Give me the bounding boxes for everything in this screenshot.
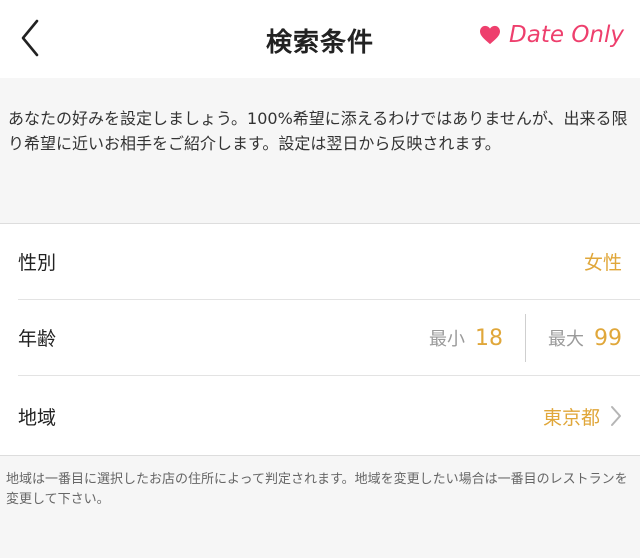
age-label: 年齢: [18, 328, 57, 350]
age-max-value: 99: [594, 325, 622, 351]
region-label: 地域: [18, 406, 57, 429]
chevron-right-icon: [611, 406, 621, 426]
intro-text: あなたの好みを設定しましょう。100%希望に添えるわけではありませんが、出来る限…: [8, 109, 628, 153]
age-min-caption: 最小: [429, 328, 465, 350]
gender-label: 性別: [18, 252, 57, 274]
age-divider: [525, 313, 526, 362]
settings-list: 性別 女性 年齢 最小 18 最大 99 地域 東京都: [0, 224, 640, 456]
gender-value: 女性: [583, 252, 622, 274]
age-max-selector[interactable]: 最大 99: [548, 325, 622, 351]
intro-section: あなたの好みを設定しましょう。100%希望に添えるわけではありませんが、出来る限…: [0, 78, 640, 224]
region-value: 東京都: [542, 406, 600, 429]
age-max-caption: 最大: [548, 328, 584, 350]
age-min-value: 18: [475, 325, 503, 351]
date-only-label: Date Only: [509, 22, 624, 48]
age-row: 年齢 最小 18 最大 99: [18, 300, 640, 376]
date-only-badge[interactable]: Date Only: [479, 22, 624, 48]
gender-row[interactable]: 性別 女性: [18, 224, 640, 300]
heart-icon: [480, 25, 501, 45]
region-row[interactable]: 地域 東京都: [18, 378, 640, 454]
navigation-bar: 検索条件 Date Only: [0, 0, 640, 78]
age-min-selector[interactable]: 最小 18: [429, 325, 503, 351]
region-note: 地域は一番目に選択したお店の住所によって判定されます。地域を変更したい場合は一番…: [6, 472, 628, 507]
